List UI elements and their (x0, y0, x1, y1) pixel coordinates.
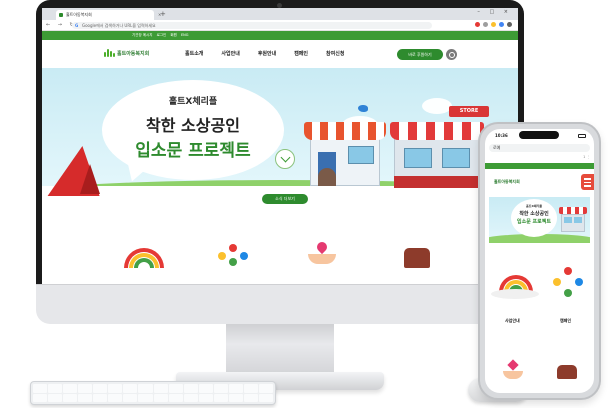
mobile-phone: 10:36 로예 1 ⋮ 홀트아동복지회 홀트X체리플 착한 소상공인 입소문 … (478, 122, 601, 400)
mobile-site-header: 홀트아동복지회 (485, 169, 594, 195)
hero-title-line1: 착한 소상공인 (146, 116, 240, 135)
monitor-stand (226, 324, 334, 374)
hero-subtitle: 홀트X체리플 (168, 97, 218, 107)
status-time: 10:36 (495, 133, 508, 138)
heart-hands-icon[interactable] (308, 239, 336, 266)
browser-toolbar: ← → ↻ G Google에서 검색하거나 URL을 입력하세요 (42, 20, 518, 31)
battery-icon (578, 134, 586, 138)
desktop-screen: 홀트아동복지회 × + – □ × ← → ↻ G Google에서 검색하거나… (42, 8, 518, 284)
mobile-hero-subtitle: 홀트X체리플 (525, 204, 543, 208)
tab-title: 홀트아동복지회 (66, 12, 92, 17)
utility-links: 기관장 메시지 로그인 회원 ENG (132, 31, 191, 40)
cloud-base-illustration (491, 289, 539, 299)
address-bar[interactable]: G Google에서 검색하거나 URL을 입력하세요 (72, 22, 432, 29)
people-circle-icon[interactable] (218, 244, 248, 266)
utility-link[interactable]: 로그인 (157, 33, 167, 37)
mobile-hero-title-line1: 착한 소상공인 (519, 211, 549, 217)
mobile-hero-banner[interactable]: 홀트X체리플 착한 소상공인 입소문 프로젝트 (489, 197, 590, 243)
utility-link[interactable]: 회원 (170, 33, 176, 37)
extension-icon[interactable] (483, 22, 488, 27)
heart-hands-icon[interactable] (503, 359, 523, 381)
store-illustration (559, 207, 587, 233)
quick-link-programs[interactable]: 사업안내 (505, 318, 520, 324)
treasure-box-icon[interactable] (557, 365, 577, 379)
hamburger-menu-icon[interactable] (581, 174, 594, 190)
donate-button[interactable]: 바로 후원하기 (397, 49, 443, 60)
site-header: 홀트아동복지회 홀트소개 사업안내 후원안내 캠페인 참여신청 바로 후원하기 (42, 40, 518, 68)
monitor-chin (36, 284, 524, 324)
new-tab-button[interactable]: + (160, 9, 166, 19)
mobile-address-bar[interactable]: 로예 (489, 144, 590, 152)
nav-item-donation[interactable]: 후원안내 (258, 40, 276, 68)
cloud-illustration (422, 98, 452, 114)
extension-icons (475, 22, 512, 27)
logo-text: 홀트아동복지회 (117, 50, 150, 57)
mobile-browser-tools[interactable]: 1 ⋮ (489, 154, 590, 161)
extension-icon[interactable] (475, 22, 480, 27)
more-menu-icon[interactable] (507, 22, 512, 27)
main-nav: 홀트소개 사업안내 후원안내 캠페인 참여신청 (185, 40, 344, 68)
utility-link[interactable]: 기관장 메시지 (132, 33, 152, 37)
browser-tab[interactable]: 홀트아동복지회 × (56, 10, 161, 20)
site-logo[interactable]: 홀트아동복지회 (104, 49, 149, 57)
search-icon[interactable] (446, 49, 457, 60)
hero-title-line2: 입소문 프로젝트 (135, 141, 251, 161)
red-mountain-illustration (80, 164, 100, 194)
store-sign: STORE (449, 106, 489, 117)
hero-banner[interactable]: 홀트X체리플 착한 소상공인 입소문 프로젝트 STORE 소식 더보기 (42, 68, 518, 210)
mobile-logo[interactable]: 홀트아동복지회 (494, 179, 520, 185)
quick-link-campaign[interactable]: 캠페인 (560, 318, 571, 324)
rainbow-icon[interactable] (124, 248, 164, 268)
address-placeholder: Google에서 검색하거나 URL을 입력하세요 (82, 23, 156, 28)
favicon-icon (59, 13, 63, 17)
utility-link[interactable]: ENG (181, 33, 189, 37)
extension-icon[interactable] (491, 22, 496, 27)
bird-illustration (358, 105, 368, 112)
nav-item-apply[interactable]: 참여신청 (326, 40, 344, 68)
nav-item-campaign[interactable]: 캠페인 (294, 40, 308, 68)
quick-menu-row (42, 234, 518, 284)
window-controls[interactable]: – □ × (477, 9, 512, 15)
keyboard (30, 381, 276, 405)
scroll-down-icon[interactable] (275, 149, 295, 169)
device-mockup-scene: 홀트아동복지회 × + – □ × ← → ↻ G Google에서 검색하거나… (0, 0, 609, 408)
treasure-box-icon[interactable] (404, 248, 430, 268)
more-news-button[interactable]: 소식 더보기 (262, 194, 308, 204)
logo-people-icon (104, 49, 115, 57)
small-shop-illustration (304, 112, 386, 186)
phone-notch (519, 131, 559, 139)
nav-item-programs[interactable]: 사업안내 (221, 40, 239, 68)
people-circle-icon[interactable] (553, 267, 583, 297)
mobile-screen: 10:36 로예 1 ⋮ 홀트아동복지회 홀트X체리플 착한 소상공인 입소문 … (485, 129, 594, 393)
profile-icon[interactable] (499, 22, 504, 27)
nav-item-about[interactable]: 홀트소개 (185, 40, 203, 68)
google-icon: G (75, 23, 79, 28)
mobile-hero-title-line2: 입소문 프로젝트 (517, 219, 551, 225)
store-illustration (390, 118, 484, 188)
browser-tab-bar: 홀트아동복지회 × + – □ × (42, 8, 518, 20)
utility-bar: 기관장 메시지 로그인 회원 ENG (42, 31, 518, 40)
